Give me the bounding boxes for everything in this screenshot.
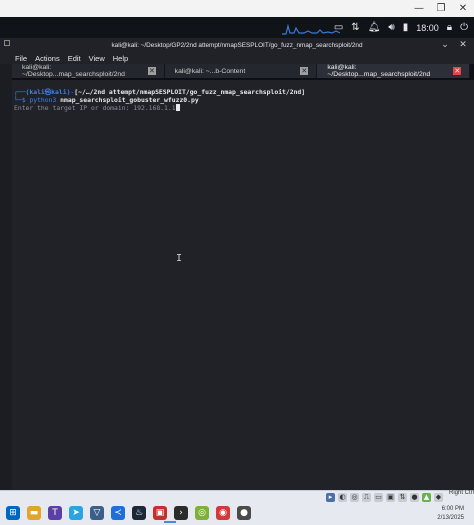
mouse-ibeam-icon: I <box>176 253 183 264</box>
cpu-graph <box>282 23 340 35</box>
windows-start-icon[interactable]: ⊞ <box>6 506 20 520</box>
panel-clock[interactable]: 18:00 <box>416 23 439 33</box>
vm-status-tray: ▸ ◐ ◎ ⎍ ▭ ▣ ⇅ ● ▲ ◆ <box>326 490 443 504</box>
taskbar-icons: ⊞ ▬ T ➤ ▽ ≺ ♨ ▣ › ◎ ◉ ● <box>6 506 251 520</box>
vm-status-icon[interactable]: ▸ <box>326 492 335 502</box>
disk-icon[interactable]: ◐ <box>338 492 347 502</box>
minimize-icon[interactable]: — <box>408 0 430 17</box>
prompt-path: [~/…/2nd attempt/nmapSESPLOIT/go_fuzz_nm… <box>74 88 306 96</box>
terminal-body[interactable]: ┌──(kali㉿kali)-[~/…/2nd attempt/nmapSESP… <box>12 80 474 490</box>
menu-edit[interactable]: Edit <box>68 54 81 63</box>
terminal-app-icon[interactable]: › <box>174 506 188 520</box>
host-window-controls: — ❐ ✕ <box>408 0 474 17</box>
vscode-icon[interactable]: ≺ <box>111 506 125 520</box>
left-rail <box>0 64 12 494</box>
output-line: Enter the target IP or domain: 192.168.1… <box>14 104 180 112</box>
network-vm-icon[interactable]: ⇅ <box>398 492 407 502</box>
display-icon[interactable]: ▭ <box>334 22 343 33</box>
teams-icon[interactable]: T <box>48 506 62 520</box>
menu-help[interactable]: Help <box>113 54 128 63</box>
tab-1[interactable]: kali@kali: ~/Desktop...map_searchsploit/… <box>12 64 165 78</box>
terminal-close-icon[interactable]: ✕ <box>456 38 470 52</box>
battery-icon[interactable]: ▮ <box>403 22 409 33</box>
file-explorer-icon[interactable]: ▬ <box>27 506 41 520</box>
taskbar-clock[interactable]: 6:00 PM 2/13/2025 <box>437 505 464 523</box>
taskbar-time: 6:00 PM <box>441 506 464 512</box>
tab-label: kali@kali: ~...b-Content <box>174 67 246 75</box>
volume-icon[interactable]: 🔊︎ <box>388 22 394 33</box>
cd-icon[interactable]: ◎ <box>350 492 359 502</box>
command-name: python3 <box>29 96 61 104</box>
app-icon[interactable]: ◎ <box>195 506 209 520</box>
vpn-icon[interactable]: ▽ <box>90 506 104 520</box>
virtualbox-icon[interactable]: ▣ <box>153 506 167 520</box>
terminal-tabs: kali@kali: ~/Desktop...map_searchsploit/… <box>12 64 471 78</box>
host-key-label: Right Ctrl <box>448 490 474 496</box>
prompt-line-1: ┌──(kali㉿kali)-[~/…/2nd attempt/nmapSESP… <box>14 88 305 96</box>
host-window-titlebar: — ❐ ✕ <box>0 0 474 17</box>
tab-close-icon[interactable]: ✕ <box>453 67 462 75</box>
restore-icon[interactable]: ❐ <box>430 0 452 17</box>
prompt-corner-top: ┌── <box>14 88 26 96</box>
prompt-user: (kali㉿kali) <box>25 88 71 96</box>
telegram-icon[interactable]: ➤ <box>69 506 83 520</box>
terminal-menubar: File Actions Edit View Help <box>0 52 474 64</box>
tab-2[interactable]: kali@kali: ~...b-Content ✕ <box>164 64 318 78</box>
taskbar-date: 2/13/2025 <box>437 515 464 521</box>
tab-label: kali@kali: ~/Desktop...map_searchsploit/… <box>22 64 125 78</box>
steam-icon[interactable]: ♨ <box>132 506 146 520</box>
window-menu-icon[interactable] <box>4 40 10 46</box>
menu-view[interactable]: View <box>89 54 105 63</box>
camera-icon[interactable]: ● <box>237 506 251 520</box>
cpu-vm-icon[interactable]: ▲ <box>422 492 431 502</box>
notification-bell-icon[interactable]: 🔔︎ <box>368 22 381 33</box>
usb-icon[interactable]: ⎍ <box>362 492 371 502</box>
mouse-integration-icon[interactable]: ◆ <box>434 492 443 502</box>
tab-label: kali@kali: ~/Desktop...map_searchsploit/… <box>327 64 431 78</box>
terminal-minimize-icon[interactable]: ⌄ <box>438 38 452 52</box>
menu-actions[interactable]: Actions <box>35 54 60 63</box>
output-text: Enter the target IP or domain: 192.168.1… <box>14 104 176 112</box>
prompt-corner-bottom: └─$ <box>14 96 30 104</box>
menu-file[interactable]: File <box>15 54 27 63</box>
shared-folder-icon[interactable]: ▭ <box>374 492 383 502</box>
tab-3-active[interactable]: kali@kali: ~/Desktop...map_searchsploit/… <box>317 64 471 78</box>
power-icon[interactable]: ⏻ <box>460 22 468 33</box>
text-cursor <box>175 104 180 111</box>
chrome-icon[interactable]: ◉ <box>216 506 230 520</box>
command-arg: nmap_searchsploit_gobuster_wfuzz0.py <box>60 96 199 104</box>
prompt-line-2: └─$ python3 nmap_searchsploit_gobuster_w… <box>14 96 199 104</box>
tab-close-icon[interactable]: ✕ <box>148 67 156 75</box>
lock-icon[interactable]: 🔒︎ <box>447 22 452 33</box>
recording-icon[interactable]: ● <box>410 492 419 502</box>
terminal-title: kali@kali: ~/Desktop/GP2/2nd attempt/nma… <box>111 41 363 49</box>
close-icon[interactable]: ✕ <box>452 0 474 17</box>
display-vm-icon[interactable]: ▣ <box>386 492 395 502</box>
panel-tray: ▭ ⇅ 🔔︎ 🔊︎ ▮ 18:00 🔒︎ ⏻ <box>334 17 468 38</box>
tab-close-icon[interactable]: ✕ <box>300 67 309 75</box>
active-app-indicator <box>164 521 176 523</box>
terminal-titlebar: kali@kali: ~/Desktop/GP2/2nd attempt/nma… <box>0 38 474 52</box>
network-icon[interactable]: ⇅ <box>351 22 359 33</box>
